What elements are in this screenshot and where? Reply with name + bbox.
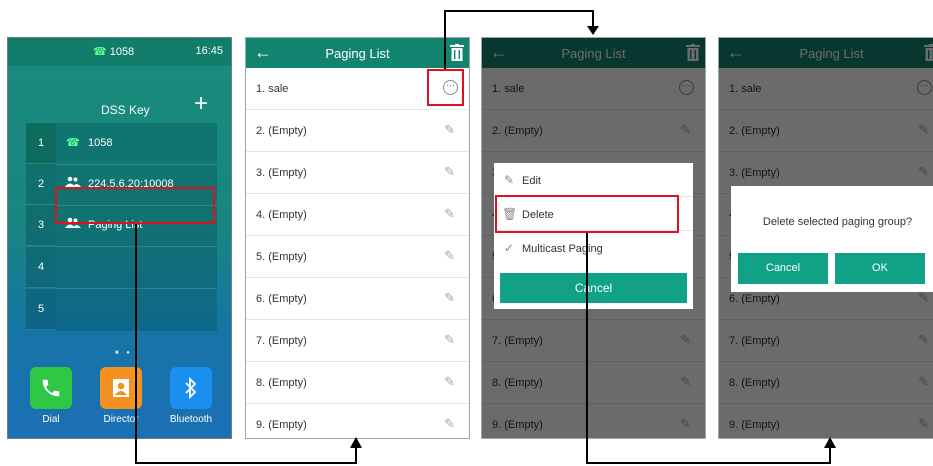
flow-arrows	[135, 10, 836, 464]
